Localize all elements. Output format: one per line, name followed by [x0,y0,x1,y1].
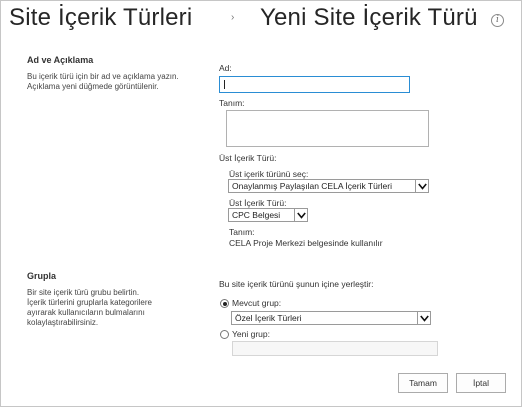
new-group-radio[interactable] [220,330,229,339]
group-section-description-line2: İçerik türlerini gruplarla kategorilere [27,298,152,307]
new-group-input[interactable] [232,341,438,356]
cancel-button[interactable]: İptal [456,373,506,393]
page-title: Yeni Site İçerik Türü [260,4,478,31]
group-section-description-line1: Bir site içerik türü grubu belirtin. [27,288,140,297]
group-section-description-line3: ayırarak kullanıcıların bulmalarını [27,308,145,317]
group-section-title: Grupla [27,271,57,281]
description-label: Tanım: [219,98,245,108]
dialog-frame: Site İçerik Türleri › Yeni Site İçerik T… [0,0,522,407]
select-parent-type-label: Üst içerik türünü seç: [229,169,309,179]
parent-description-text: CELA Proje Merkezi belgesinde kullanılır [229,238,383,248]
breadcrumb-parent-link[interactable]: Site İçerik Türleri [9,4,192,32]
name-input[interactable] [219,76,410,93]
existing-group-radio[interactable] [220,299,229,308]
existing-group-select[interactable]: Özel İçerik Türleri [231,311,431,325]
parent-type-select[interactable]: CPC Belgesi [228,208,308,222]
parent-type-select-value: CPC Belgesi [232,210,281,220]
name-section-description-line1: Bu içerik türü için bir ad ve açıklama y… [27,72,179,81]
group-section-description: Bir site içerik türü grubu belirtin. İçe… [27,288,152,328]
ok-button[interactable]: Tamam [398,373,448,393]
existing-group-label[interactable]: Mevcut grup: [232,298,281,308]
group-section-description-line4: kolaylaştırabilirsiniz. [27,318,99,327]
info-icon[interactable]: i [491,14,504,27]
parent-group-select-value: Onaylanmış Paylaşılan CELA İçerik Türler… [232,181,392,191]
description-textarea[interactable] [226,110,429,147]
parent-type-sublabel: Üst İçerik Türü: [229,198,287,208]
name-section-description-line2: Açıklama yeni düğmede görüntülenir. [27,82,159,91]
chevron-down-icon[interactable] [415,180,428,192]
page-header: Site İçerik Türleri › Yeni Site İçerik T… [1,1,521,41]
existing-group-select-value: Özel İçerik Türleri [235,313,302,323]
chevron-down-icon[interactable] [294,209,307,221]
text-caret [224,80,225,89]
chevron-down-icon[interactable] [417,312,430,324]
name-section-title: Ad ve Açıklama [27,55,94,65]
parent-content-type-label: Üst İçerik Türü: [219,153,277,163]
parent-description-label: Tanım: [229,227,255,237]
new-group-label[interactable]: Yeni grup: [232,329,270,339]
parent-group-select[interactable]: Onaylanmış Paylaşılan CELA İçerik Türler… [228,179,429,193]
breadcrumb-separator-icon: › [231,12,235,23]
name-section-description: Bu içerik türü için bir ad ve açıklama y… [27,72,179,92]
put-in-group-label: Bu site içerik türünü şunun içine yerleş… [219,279,374,289]
name-label: Ad: [219,63,232,73]
